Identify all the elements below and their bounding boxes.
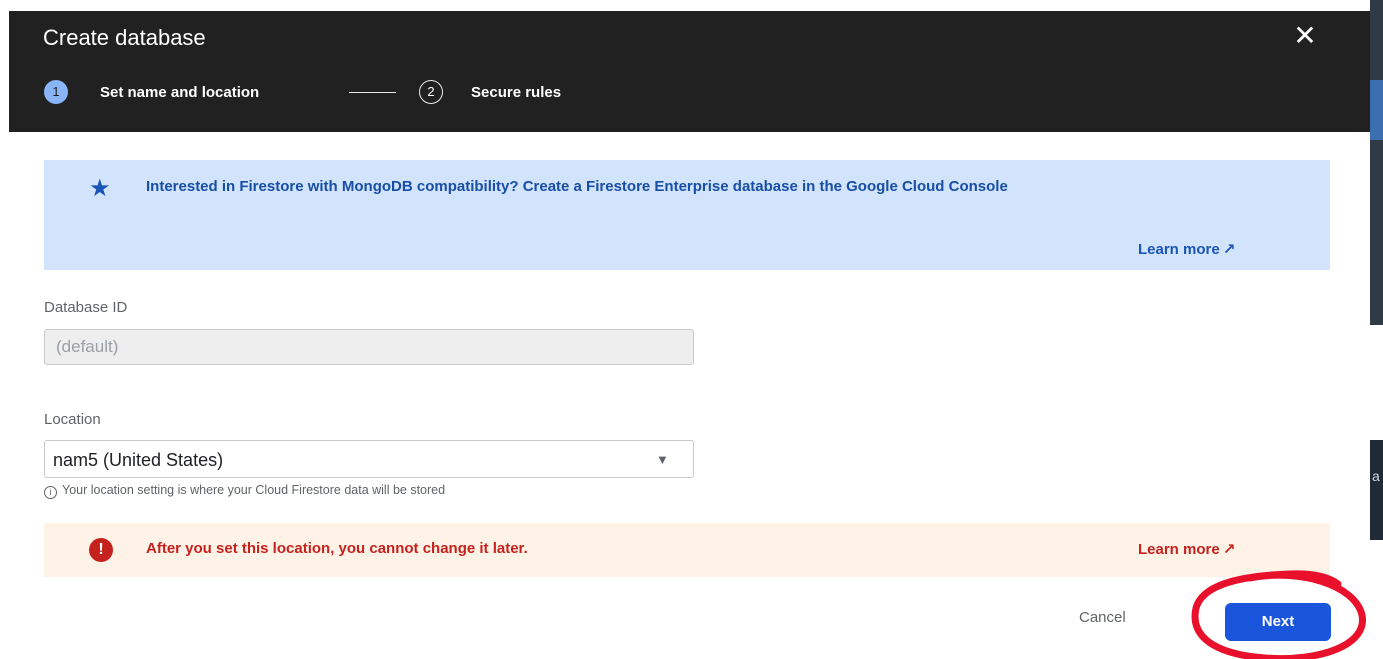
warning-banner-text: After you set this location, you cannot … bbox=[146, 540, 528, 557]
step-number-2: 2 bbox=[419, 80, 443, 104]
step-connector bbox=[349, 92, 396, 93]
step-number-1: 1 bbox=[44, 80, 68, 104]
location-hint-text: Your location setting is where your Clou… bbox=[62, 483, 446, 497]
background-panel-lower bbox=[1370, 440, 1383, 540]
location-selected-value: nam5 (United States) bbox=[53, 450, 224, 470]
external-link-icon: ↗ bbox=[1222, 241, 1236, 258]
dialog-title: Create database bbox=[43, 25, 206, 50]
info-banner: ★ Interested in Firestore with MongoDB c… bbox=[44, 160, 1330, 270]
error-icon: ! bbox=[89, 538, 113, 562]
info-icon: i bbox=[44, 486, 57, 499]
warning-learn-more-label: Learn more bbox=[1138, 541, 1220, 558]
step-label-2: Secure rules bbox=[471, 84, 562, 101]
info-learn-more-link[interactable]: Learn more ↗ bbox=[1138, 240, 1235, 258]
external-link-icon: ↗ bbox=[1222, 541, 1236, 558]
info-learn-more-label: Learn more bbox=[1138, 241, 1220, 258]
next-button[interactable]: Next bbox=[1225, 603, 1331, 641]
warning-banner: ! After you set this location, you canno… bbox=[44, 523, 1330, 577]
background-graphic bbox=[1370, 80, 1383, 140]
star-icon: ★ bbox=[89, 175, 111, 202]
database-id-label: Database ID bbox=[44, 299, 128, 316]
info-banner-text: Interested in Firestore with MongoDB com… bbox=[146, 178, 1008, 195]
background-text-fragment: a bbox=[1372, 468, 1380, 484]
location-hint: i Your location setting is where your Clo… bbox=[44, 483, 445, 499]
background-panel bbox=[1370, 0, 1383, 325]
dropdown-arrow-icon: ▼ bbox=[656, 452, 669, 467]
location-select[interactable]: nam5 (United States) ▼ bbox=[44, 440, 694, 478]
dialog-header: Create database ✕ 1 Set name and locatio… bbox=[9, 11, 1370, 132]
background-page-edge: a bbox=[1370, 0, 1383, 659]
database-id-field[interactable] bbox=[44, 329, 694, 365]
step-label-1: Set name and location bbox=[100, 84, 260, 101]
cancel-button[interactable]: Cancel bbox=[1079, 609, 1126, 626]
location-label: Location bbox=[44, 411, 101, 428]
warning-learn-more-link[interactable]: Learn more ↗ bbox=[1138, 540, 1235, 558]
stepper: 1 Set name and location 2 Secure rules bbox=[44, 80, 644, 106]
create-database-dialog: Create database ✕ 1 Set name and locatio… bbox=[9, 11, 1370, 659]
close-icon[interactable]: ✕ bbox=[1290, 21, 1320, 51]
